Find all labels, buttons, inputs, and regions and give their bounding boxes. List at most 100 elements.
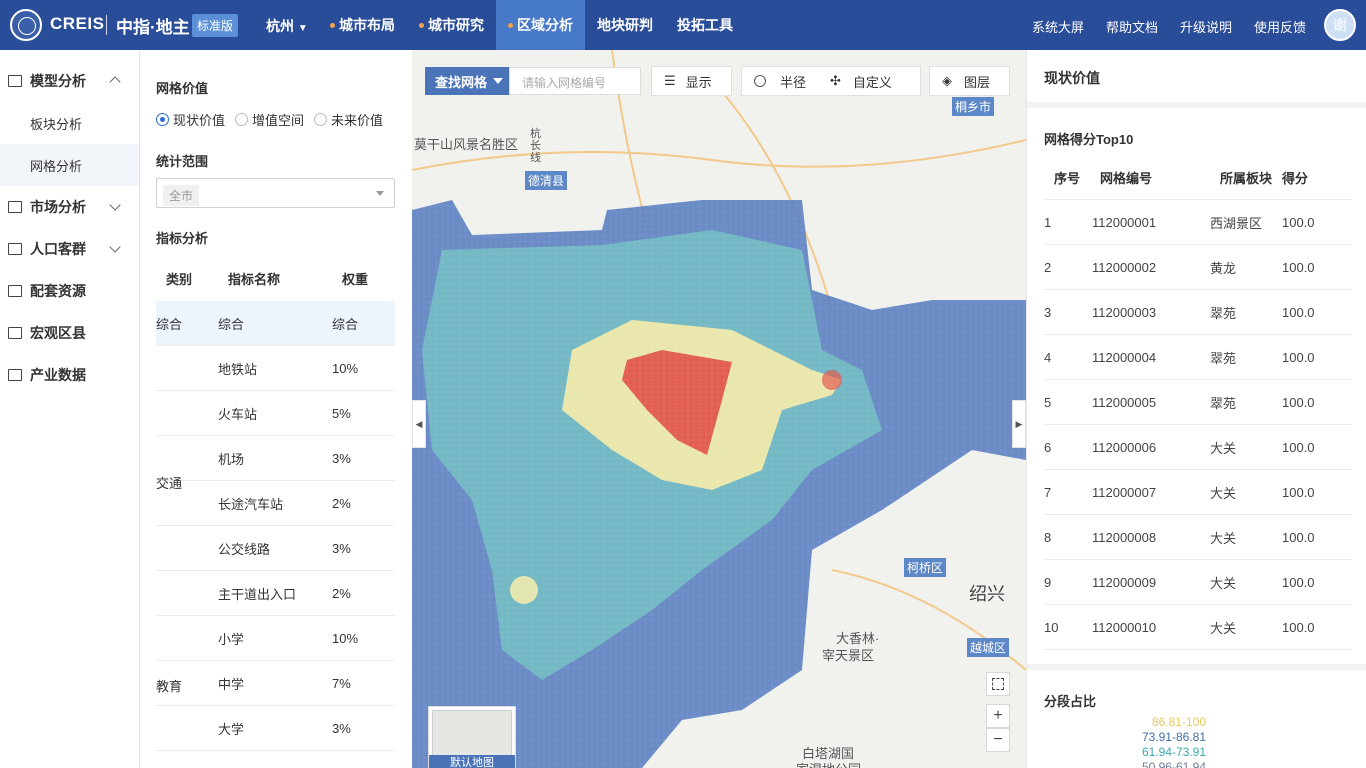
- index-cell: 综合: [218, 316, 245, 332]
- header-link[interactable]: 升级说明: [1180, 17, 1232, 36]
- grid-search-input[interactable]: 请输入网格编号: [509, 67, 641, 95]
- range-tag: 全市: [163, 185, 200, 206]
- index-cell: 2%: [332, 495, 351, 511]
- top10-cell: 100.0: [1282, 259, 1315, 275]
- collapse-left-button[interactable]: ◀: [412, 400, 426, 448]
- index-title: 指标分析: [156, 231, 209, 246]
- radius-icon: [754, 75, 766, 87]
- top10-cell: 3: [1044, 304, 1052, 320]
- top10-row[interactable]: 3 112000003 翠苑 100.0: [1044, 290, 1352, 335]
- header-link[interactable]: 系统大屏: [1032, 17, 1084, 36]
- top10-cell: 100.0: [1282, 349, 1315, 365]
- menu-icon: [8, 75, 22, 87]
- creis-logo-icon: [10, 9, 42, 41]
- value-radio[interactable]: 未来价值: [314, 110, 383, 129]
- divider: [1027, 102, 1366, 108]
- index-row[interactable]: 火车站 5%: [156, 391, 395, 436]
- index-row[interactable]: 小学 10%: [156, 616, 395, 661]
- top10-cell: 1: [1044, 214, 1052, 230]
- zoom-in-button[interactable]: +: [986, 704, 1010, 728]
- panel-title: 现状价值: [1044, 70, 1100, 86]
- value-radio[interactable]: 现状价值: [156, 110, 225, 129]
- top10-row[interactable]: 1 112000001 西湖景区 100.0: [1044, 200, 1352, 245]
- top10-cell: 8: [1044, 529, 1052, 545]
- index-table: 类别 指标名称 权重 综合 综合 综合 地铁站 10% 火车站 5% 机场 3% 长途汽车站 2% 公…: [156, 255, 395, 751]
- top10-row[interactable]: 5 112000005 翠苑 100.0: [1044, 380, 1352, 425]
- top10-row[interactable]: 10 112000010 大关 100.0: [1044, 605, 1352, 650]
- layer-button[interactable]: ◈ 图层: [930, 67, 1002, 95]
- sidebar-subitem[interactable]: 网格分析: [0, 144, 139, 186]
- heatmap-canvas[interactable]: [412, 50, 1026, 768]
- custom-draw-button[interactable]: ✣ 自定义: [818, 67, 904, 95]
- top10-row[interactable]: 9 112000009 大关 100.0: [1044, 560, 1352, 605]
- top10-row[interactable]: 4 112000004 翠苑 100.0: [1044, 335, 1352, 380]
- col-index: 序号: [1054, 171, 1081, 186]
- sidebar-subitem[interactable]: 板块分析: [0, 102, 139, 144]
- user-avatar[interactable]: 谢: [1324, 9, 1356, 41]
- index-cell: 综合: [156, 316, 183, 332]
- radio-label: 未来价值: [331, 113, 384, 128]
- top10-row[interactable]: 2 112000002 黄龙 100.0: [1044, 245, 1352, 290]
- avatar-text: 谢: [1333, 17, 1347, 33]
- index-row[interactable]: 中学 7%: [156, 661, 395, 706]
- col-grid-id: 网格编号: [1100, 171, 1153, 186]
- header-link[interactable]: 帮助文档: [1106, 17, 1158, 36]
- value-radio[interactable]: 增值空间: [235, 110, 304, 129]
- sidebar-item[interactable]: 配套资源: [0, 270, 139, 312]
- list-icon: ☰: [664, 73, 676, 88]
- index-row[interactable]: 大学 3%: [156, 706, 395, 751]
- sidebar-item[interactable]: 市场分析: [0, 186, 139, 228]
- radio-icon: [235, 113, 249, 126]
- index-row[interactable]: 公交线路 3%: [156, 526, 395, 571]
- find-grid-label: 查找网格: [435, 74, 488, 90]
- sidebar-item[interactable]: 宏观区县: [0, 312, 139, 354]
- index-row[interactable]: 主干道出入口 2%: [156, 571, 395, 616]
- basemap-thumbnail: [432, 710, 512, 756]
- nav-item[interactable]: 城市研究: [407, 0, 496, 50]
- find-grid-button[interactable]: 查找网格: [425, 67, 509, 95]
- display-button[interactable]: ☰ 显示: [652, 67, 724, 95]
- basemap-switcher[interactable]: 默认地图: [428, 706, 516, 768]
- top10-cell: 大关: [1210, 530, 1237, 546]
- index-row[interactable]: 机场 3%: [156, 436, 395, 481]
- header-link[interactable]: 使用反馈: [1254, 17, 1306, 36]
- sidebar-item[interactable]: 模型分析: [0, 60, 139, 102]
- index-row[interactable]: 地铁站 10%: [156, 346, 395, 391]
- collapse-right-button[interactable]: ▶: [1012, 400, 1026, 448]
- fullscreen-button[interactable]: [986, 672, 1010, 696]
- map-label-boxed: 柯桥区: [904, 558, 947, 577]
- index-row[interactable]: 综合 综合 综合: [156, 301, 395, 346]
- nav-item[interactable]: 投拓工具: [665, 0, 745, 50]
- sidebar-item[interactable]: 产业数据: [0, 354, 139, 396]
- index-cell: 3%: [332, 450, 351, 466]
- col-block: 所属板块: [1220, 171, 1273, 186]
- map-area[interactable]: 莫干山风景名胜区 桐乡市 德清县 柯桥区 越城区 杭长线 大香林· 宰天景区 白…: [412, 50, 1026, 768]
- nav-item[interactable]: 地块研判: [585, 0, 665, 50]
- chevron-up-icon: [109, 76, 121, 88]
- top10-row[interactable]: 7 112000007 大关 100.0: [1044, 470, 1352, 515]
- sidebar-item[interactable]: 人口客群: [0, 228, 139, 270]
- display-label: 显示: [685, 74, 712, 90]
- segment-label: 50.96-61.94: [1141, 760, 1206, 768]
- city-selector[interactable]: 杭州 ▼: [266, 16, 308, 36]
- status-dot-icon: [330, 22, 335, 28]
- map-label: 莫干山风景名胜区: [414, 137, 519, 152]
- sidebar-item-label: 市场分析: [30, 199, 86, 215]
- basemap-label: 默认地图: [429, 755, 515, 768]
- map-label: 家湿地公园: [796, 759, 861, 768]
- zoom-out-button[interactable]: −: [986, 728, 1010, 752]
- top10-cell: 大关: [1210, 620, 1237, 636]
- layer-label: 图层: [964, 74, 991, 90]
- menu-icon: [8, 369, 22, 381]
- nav-item[interactable]: 城市布局: [318, 0, 407, 50]
- radius-button[interactable]: 半径: [742, 67, 818, 95]
- range-select[interactable]: 全市: [156, 178, 395, 208]
- index-row[interactable]: 长途汽车站 2%: [156, 481, 395, 526]
- segment-label: 73.91-86.81: [1141, 730, 1206, 744]
- chevron-left-icon: ◀: [415, 418, 423, 429]
- nav-item[interactable]: 区域分析: [496, 0, 585, 50]
- top10-row[interactable]: 8 112000008 大关 100.0: [1044, 515, 1352, 560]
- index-cell: 公交线路: [218, 541, 271, 557]
- top10-row[interactable]: 6 112000006 大关 100.0: [1044, 425, 1352, 470]
- chevron-down-icon: ▼: [297, 23, 308, 34]
